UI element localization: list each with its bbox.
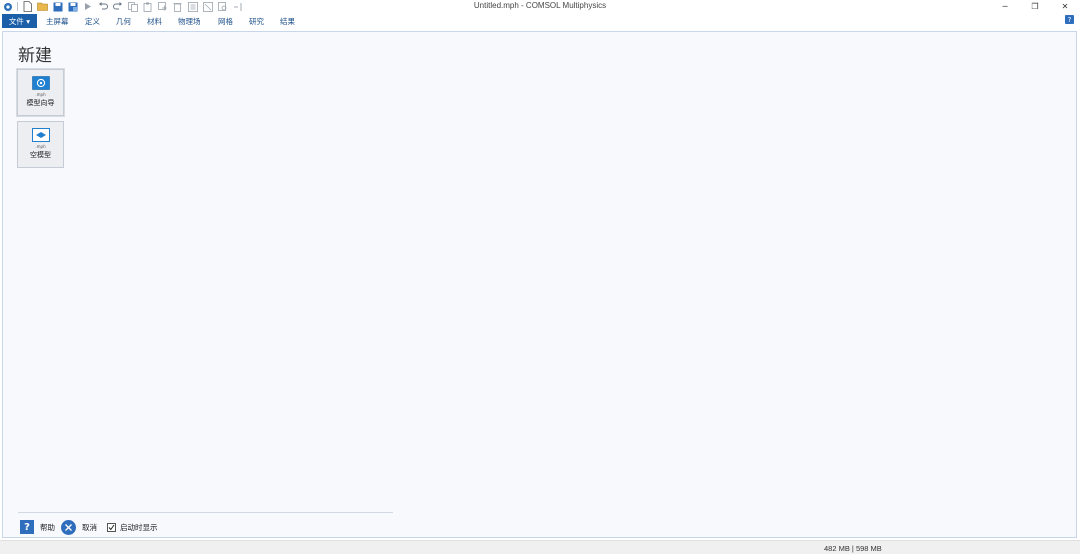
blank-model-label: 空模型 — [30, 151, 51, 159]
close-icon: ✕ — [1061, 1, 1069, 11]
help-icon[interactable]: ? — [20, 520, 34, 534]
cancel-icon[interactable] — [61, 519, 76, 535]
show-on-startup-label: 启动时显示 — [120, 522, 158, 532]
page-footer: ? 帮助 取消 启动时显示 — [20, 519, 158, 535]
restore-button[interactable]: ❐ — [1020, 0, 1050, 12]
file-menu-button[interactable]: 文件 ▾ — [2, 14, 37, 28]
tab-materials[interactable]: 材料 — [147, 16, 162, 27]
checkmark-icon — [108, 524, 115, 530]
file-extension-label: .mph — [35, 92, 46, 97]
ribbon-tabs: 文件 ▾ 主屏幕 定义 几何 材料 物理场 网格 研究 结果 ? — [0, 13, 1080, 29]
tab-study[interactable]: 研究 — [249, 16, 264, 27]
tab-geometry[interactable]: 几何 — [116, 16, 131, 27]
blank-model-icon — [31, 128, 50, 142]
new-model-page: 新建 .mph 模型向导 .mph 空模型 ? 帮助 取消 启动时显示 — [2, 31, 1077, 538]
close-button[interactable]: ✕ — [1050, 0, 1080, 12]
blank-model-button[interactable]: .mph 空模型 — [17, 121, 64, 168]
tab-mesh[interactable]: 网格 — [218, 16, 233, 27]
help-button[interactable]: 帮助 — [40, 522, 55, 533]
memory-usage: 482 MB | 598 MB — [824, 544, 882, 553]
status-bar: 482 MB | 598 MB — [0, 540, 1080, 554]
restore-icon: ❐ — [1031, 1, 1039, 11]
model-wizard-button[interactable]: .mph 模型向导 — [17, 69, 64, 116]
show-on-startup-checkbox[interactable] — [107, 522, 116, 532]
model-wizard-icon — [31, 76, 50, 90]
window-title: Untitled.mph - COMSOL Multiphysics — [473, 1, 607, 10]
model-wizard-label: 模型向导 — [26, 99, 55, 107]
tab-definitions[interactable]: 定义 — [85, 16, 100, 27]
footer-divider — [18, 512, 393, 513]
minimize-button[interactable]: ─ — [990, 0, 1020, 12]
cancel-button[interactable]: 取消 — [82, 522, 97, 533]
tab-results[interactable]: 结果 — [280, 16, 295, 27]
page-title: 新建 — [18, 46, 52, 66]
ribbon-help-icon[interactable]: ? — [1065, 15, 1074, 24]
minimize-icon: ─ — [1002, 1, 1008, 11]
file-extension-label: .mph — [35, 144, 46, 149]
title-bar: Untitled.mph - COMSOL Multiphysics ─ ❐ ✕ — [0, 0, 1080, 13]
tab-physics[interactable]: 物理场 — [178, 16, 201, 27]
tab-home[interactable]: 主屏幕 — [46, 16, 69, 27]
